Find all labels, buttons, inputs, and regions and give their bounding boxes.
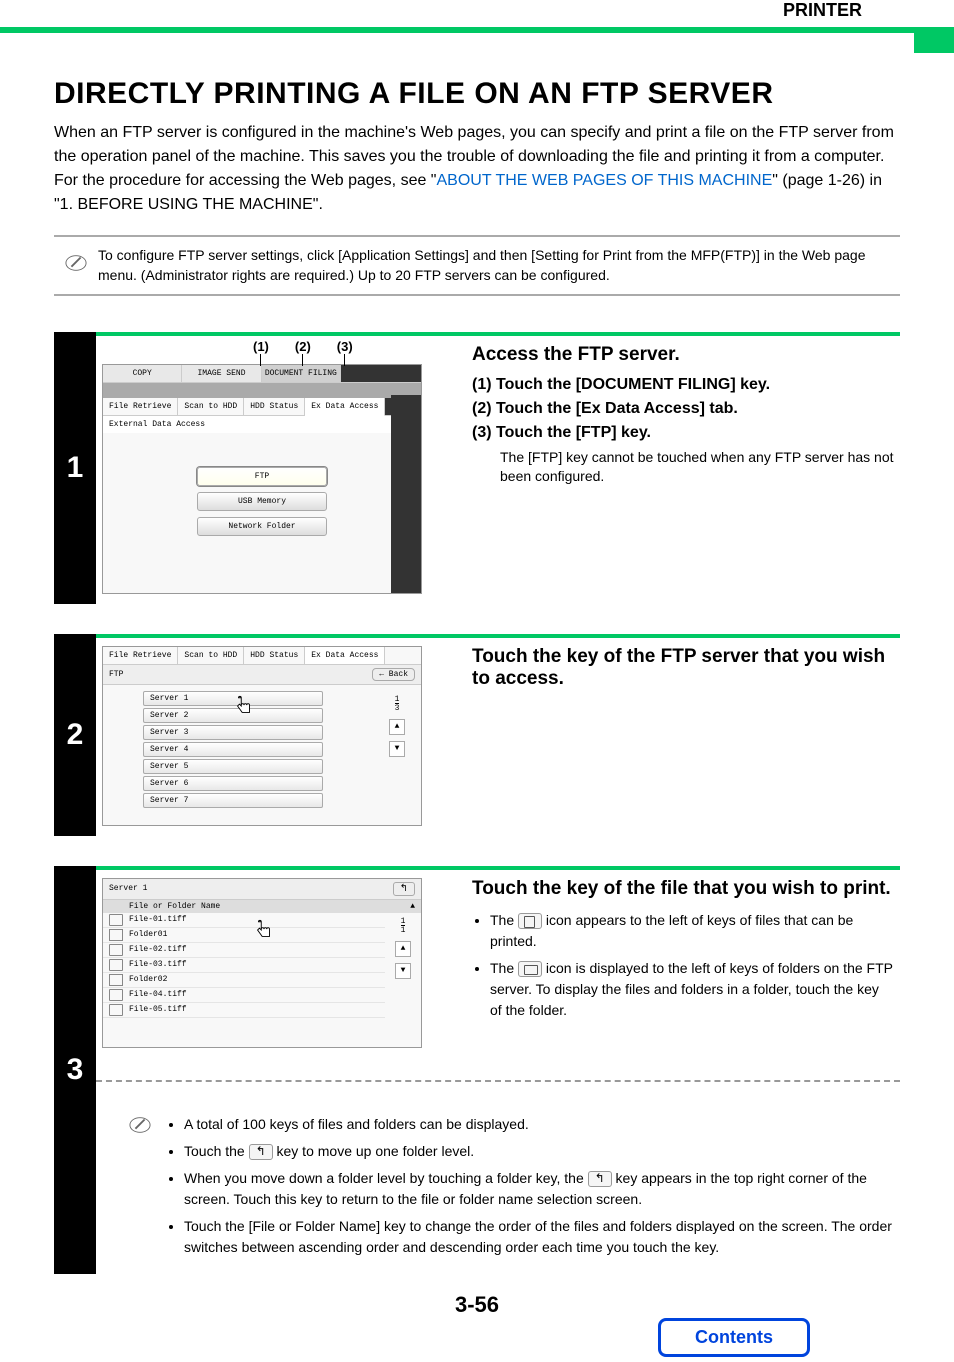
pencil-note-icon bbox=[54, 252, 98, 279]
file-icon bbox=[109, 1004, 123, 1016]
top-tab-image-send[interactable]: IMAGE SEND bbox=[182, 365, 261, 382]
file-row[interactable]: Folder02 bbox=[103, 973, 385, 988]
tab-scan-to-hdd-2[interactable]: Scan to HDD bbox=[178, 647, 244, 664]
header-bar bbox=[0, 27, 954, 53]
tab-file-retrieve-2[interactable]: File Retrieve bbox=[103, 647, 178, 664]
step-3-screen: Server 1 ↰ File or Folder Name▲ File-01.… bbox=[102, 878, 422, 1048]
note-text: To configure FTP server settings, click … bbox=[98, 245, 900, 286]
server-name-label: Server 1 bbox=[109, 884, 147, 893]
step-1-subnote: The [FTP] key cannot be touched when any… bbox=[500, 448, 894, 487]
step-3-number: 3 bbox=[67, 1053, 84, 1087]
usb-memory-button[interactable]: USB Memory bbox=[197, 492, 327, 511]
file-row[interactable]: File-02.tiff bbox=[103, 943, 385, 958]
column-header[interactable]: File or Folder Name▲ bbox=[103, 900, 421, 913]
server-5-button[interactable]: Server 5 bbox=[143, 759, 323, 774]
step-3-notes-list: A total of 100 keys of files and folders… bbox=[166, 1114, 900, 1264]
step-2-screen: File Retrieve Scan to HDD HDD Status Ex … bbox=[102, 646, 422, 826]
file-row[interactable]: File-04.tiff bbox=[103, 988, 385, 1003]
file-row[interactable]: File-03.tiff bbox=[103, 958, 385, 973]
page-number: 3-56 bbox=[54, 1292, 900, 1318]
server-4-button[interactable]: Server 4 bbox=[143, 742, 323, 757]
step-1-sub-3: (3) Touch the [FTP] key. bbox=[472, 424, 894, 442]
status-strip bbox=[103, 383, 421, 398]
top-tab-copy[interactable]: COPY bbox=[103, 365, 182, 382]
file-row[interactable]: File-05.tiff bbox=[103, 1003, 385, 1018]
note-item: Touch the [File or Folder Name] key to c… bbox=[184, 1216, 900, 1258]
pointer-hand-icon bbox=[233, 695, 255, 717]
page-up-button[interactable]: ▲ bbox=[389, 719, 405, 735]
pager-3: 11 ▲ ▼ bbox=[395, 917, 411, 979]
tab-hdd-status[interactable]: HDD Status bbox=[244, 398, 305, 415]
page-up-button-3[interactable]: ▲ bbox=[395, 941, 411, 957]
step-1-title: Access the FTP server. bbox=[472, 344, 894, 366]
intro-paragraph: When an FTP server is configured in the … bbox=[54, 121, 900, 217]
step-2-title: Touch the key of the FTP server that you… bbox=[472, 646, 894, 690]
tab-ex-data-access[interactable]: Ex Data Access bbox=[305, 398, 385, 416]
file-icon-inline bbox=[518, 913, 542, 929]
step-3-title: Touch the key of the file that you wish … bbox=[472, 878, 894, 900]
panel-title: External Data Access bbox=[103, 416, 421, 433]
intro-link[interactable]: ABOUT THE WEB PAGES OF THIS MACHINE bbox=[436, 172, 772, 189]
pager: 13 ▲ ▼ bbox=[389, 695, 405, 757]
file-icon bbox=[109, 989, 123, 1001]
step-2: 2 File Retrieve Scan to HDD HDD Status E… bbox=[54, 634, 900, 836]
step-1-sub-1: (1) Touch the [DOCUMENT FILING] key. bbox=[472, 376, 894, 394]
header-section: PRINTER bbox=[0, 0, 954, 21]
step-1-number: 1 bbox=[67, 451, 84, 485]
network-folder-button[interactable]: Network Folder bbox=[197, 517, 327, 536]
step-1-sub-2: (2) Touch the [Ex Data Access] tab. bbox=[472, 400, 894, 418]
tab-ex-data-access-2[interactable]: Ex Data Access bbox=[305, 647, 385, 664]
step-3: 3 Server 1 ↰ File or Folder Name▲ File-0… bbox=[54, 866, 900, 1274]
tab-scan-to-hdd[interactable]: Scan to HDD bbox=[178, 398, 244, 415]
callout-2: (2) bbox=[295, 339, 311, 366]
step-1: 1 (1) (2) (3) COPY IMAGE SEND DOCUMENT F… bbox=[54, 332, 900, 604]
callout-1: (1) bbox=[253, 339, 269, 366]
up-folder-button[interactable]: ↰ bbox=[393, 882, 415, 896]
page-title: DIRECTLY PRINTING A FILE ON AN FTP SERVE… bbox=[54, 77, 900, 111]
folder-icon-inline bbox=[518, 961, 542, 977]
file-icon bbox=[109, 914, 123, 926]
ftp-button[interactable]: FTP bbox=[197, 467, 327, 486]
page-down-button[interactable]: ▼ bbox=[389, 741, 405, 757]
file-icon bbox=[109, 944, 123, 956]
pointer-hand-icon bbox=[253, 919, 275, 941]
file-icon bbox=[109, 959, 123, 971]
up-icon-inline bbox=[588, 1171, 612, 1187]
step-3-bullets: The icon appears to the left of keys of … bbox=[472, 910, 894, 1021]
note-item: A total of 100 keys of files and folders… bbox=[184, 1114, 900, 1135]
note-box: To configure FTP server settings, click … bbox=[54, 235, 900, 296]
step-1-screen: (1) (2) (3) COPY IMAGE SEND DOCUMENT FIL… bbox=[102, 364, 422, 594]
note-item: Touch the key to move up one folder leve… bbox=[184, 1141, 900, 1162]
callout-3: (3) bbox=[337, 339, 353, 366]
tab-file-retrieve[interactable]: File Retrieve bbox=[103, 398, 178, 415]
server-3-button[interactable]: Server 3 bbox=[143, 725, 323, 740]
folder-icon bbox=[109, 974, 123, 986]
page-down-button-3[interactable]: ▼ bbox=[395, 963, 411, 979]
file-row[interactable]: Folder01 bbox=[103, 928, 385, 943]
step-2-number: 2 bbox=[67, 718, 84, 752]
server-6-button[interactable]: Server 6 bbox=[143, 776, 323, 791]
pencil-note-icon bbox=[126, 1114, 154, 1141]
step-1-callouts: (1) (2) (3) bbox=[253, 339, 353, 366]
note-item: When you move down a folder level by tou… bbox=[184, 1168, 900, 1210]
folder-icon bbox=[109, 929, 123, 941]
server-7-button[interactable]: Server 7 bbox=[143, 793, 323, 808]
tab-hdd-status-2[interactable]: HDD Status bbox=[244, 647, 305, 664]
panel-label-ftp: FTP bbox=[109, 670, 123, 679]
top-tab-document-filing[interactable]: DOCUMENT FILING bbox=[262, 365, 341, 382]
file-row[interactable]: File-01.tiff bbox=[103, 913, 385, 928]
up-icon-inline bbox=[249, 1144, 273, 1160]
dashed-separator bbox=[96, 1080, 900, 1082]
back-button[interactable]: ← Back bbox=[372, 668, 415, 681]
server-list: Server 1 Server 2 Server 3 Server 4 Serv… bbox=[103, 685, 421, 816]
